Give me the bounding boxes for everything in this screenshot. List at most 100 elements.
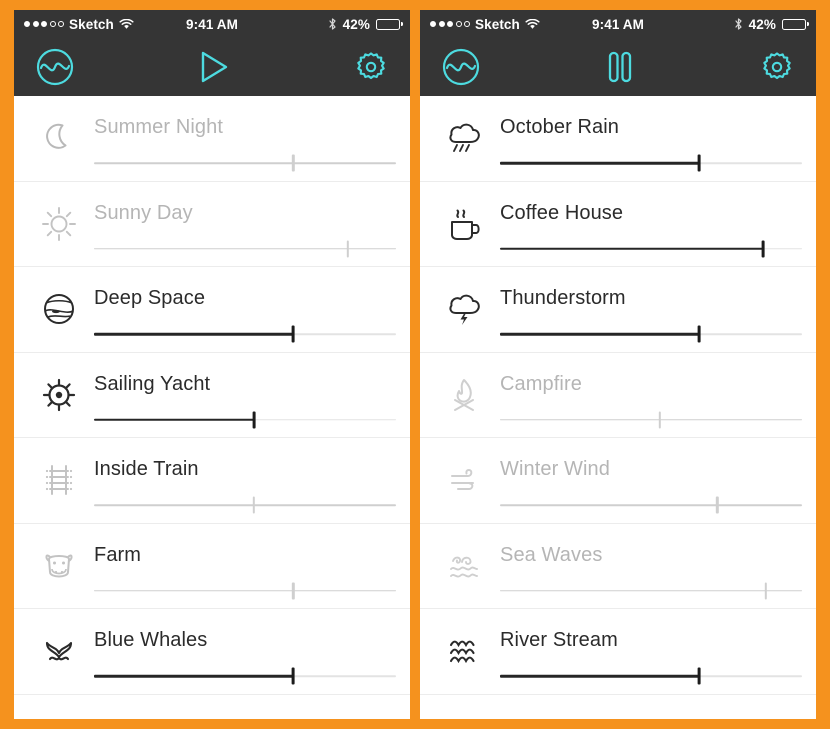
planet-icon xyxy=(26,287,92,331)
clock-label: 9:41 AM xyxy=(592,16,644,32)
sound-row-inside-train[interactable]: Inside Train xyxy=(14,438,410,524)
rain-cloud-icon xyxy=(432,116,498,160)
sound-row-sunny-day[interactable]: Sunny Day xyxy=(14,182,410,267)
sound-row-river-stream[interactable]: River Stream xyxy=(420,609,816,695)
status-left-group: Sketch xyxy=(430,17,592,32)
whale-tail-icon xyxy=(26,629,92,673)
phone-right: Sketch 9:41 AM 42% October Rain Coffee H… xyxy=(420,10,816,719)
sound-name: Winter Wind xyxy=(500,458,611,481)
campfire-icon xyxy=(432,373,498,417)
wave-circle-icon[interactable] xyxy=(442,48,480,86)
sound-name: October Rain xyxy=(500,116,620,139)
status-left-group: Sketch xyxy=(24,17,186,32)
ship-wheel-icon xyxy=(26,373,92,417)
sound-body: Farm xyxy=(92,524,396,609)
coffee-cup-icon xyxy=(432,202,498,246)
wifi-icon xyxy=(525,18,540,30)
sound-row-deep-space[interactable]: Deep Space xyxy=(14,267,410,353)
volume-slider[interactable] xyxy=(94,496,396,514)
cow-icon xyxy=(26,544,92,588)
battery-icon xyxy=(782,18,806,30)
sound-name: Campfire xyxy=(500,372,582,395)
volume-slider[interactable] xyxy=(500,667,802,685)
status-bar-right: Sketch 9:41 AM 42% xyxy=(420,10,816,38)
battery-percent-label: 42% xyxy=(748,16,776,32)
carrier-label: Sketch xyxy=(69,16,114,32)
sound-name: Sunny Day xyxy=(94,201,193,224)
volume-slider[interactable] xyxy=(500,240,802,258)
wifi-icon xyxy=(119,18,134,30)
moon-icon xyxy=(26,116,92,160)
bluetooth-icon xyxy=(734,17,743,31)
sound-name: Summer Night xyxy=(94,116,224,139)
sound-name: River Stream xyxy=(500,629,618,652)
volume-slider[interactable] xyxy=(94,325,396,343)
volume-slider[interactable] xyxy=(500,411,802,429)
sound-body: Coffee House xyxy=(498,182,802,267)
sound-body: River Stream xyxy=(498,609,802,694)
sound-row-thunderstorm[interactable]: Thunderstorm xyxy=(420,267,816,353)
wave-circle-icon[interactable] xyxy=(36,48,74,86)
battery-percent-label: 42% xyxy=(342,16,370,32)
gear-icon[interactable] xyxy=(354,50,388,84)
clock-label: 9:41 AM xyxy=(186,16,238,32)
wind-icon xyxy=(432,458,498,502)
bluetooth-icon xyxy=(328,17,337,31)
sound-row-winter-wind[interactable]: Winter Wind xyxy=(420,438,816,524)
volume-slider[interactable] xyxy=(500,325,802,343)
train-track-icon xyxy=(26,458,92,502)
sound-body: Sailing Yacht xyxy=(92,353,396,438)
volume-slider[interactable] xyxy=(500,496,802,514)
volume-slider[interactable] xyxy=(94,582,396,600)
sound-body: Campfire xyxy=(498,353,802,438)
sound-body: Inside Train xyxy=(92,438,396,523)
play-icon[interactable] xyxy=(197,48,231,86)
sound-body: Sunny Day xyxy=(92,182,396,267)
sound-body: Summer Night xyxy=(92,96,396,181)
sea-waves-icon xyxy=(432,544,498,588)
volume-slider[interactable] xyxy=(94,240,396,258)
volume-slider[interactable] xyxy=(94,154,396,172)
sound-body: Blue Whales xyxy=(92,609,396,694)
phone-left: Sketch 9:41 AM 42% Summer Night Sunny Da… xyxy=(14,10,410,719)
toolbar-left xyxy=(14,38,410,96)
sound-list-right: October Rain Coffee House Thunderstorm C… xyxy=(420,96,816,719)
volume-slider[interactable] xyxy=(500,582,802,600)
sound-body: Deep Space xyxy=(92,267,396,352)
sound-row-campfire[interactable]: Campfire xyxy=(420,353,816,438)
sound-row-summer-night[interactable]: Summer Night xyxy=(14,96,410,182)
sound-name: Thunderstorm xyxy=(500,287,626,310)
sound-row-sea-waves[interactable]: Sea Waves xyxy=(420,524,816,609)
sound-body: Winter Wind xyxy=(498,438,802,523)
status-bar-left: Sketch 9:41 AM 42% xyxy=(14,10,410,38)
sound-name: Deep Space xyxy=(94,287,206,310)
sound-body: October Rain xyxy=(498,96,802,181)
sound-name: Sailing Yacht xyxy=(94,372,211,395)
sound-row-october-rain[interactable]: October Rain xyxy=(420,96,816,182)
sound-row-farm[interactable]: Farm xyxy=(14,524,410,609)
signal-strength-icon xyxy=(430,21,470,27)
sound-row-sailing-yacht[interactable]: Sailing Yacht xyxy=(14,353,410,438)
sound-name: Farm xyxy=(94,543,142,566)
toolbar-right xyxy=(420,38,816,96)
volume-slider[interactable] xyxy=(94,411,396,429)
volume-slider[interactable] xyxy=(500,154,802,172)
carrier-label: Sketch xyxy=(475,16,520,32)
storm-cloud-icon xyxy=(432,287,498,331)
status-right-group: 42% xyxy=(644,17,806,32)
sound-list-left: Summer Night Sunny Day Deep Space Sailin… xyxy=(14,96,410,719)
battery-icon xyxy=(376,18,400,30)
gear-icon[interactable] xyxy=(760,50,794,84)
sound-body: Sea Waves xyxy=(498,524,802,609)
sound-row-blue-whales[interactable]: Blue Whales xyxy=(14,609,410,695)
sound-row-coffee-house[interactable]: Coffee House xyxy=(420,182,816,267)
sun-icon xyxy=(26,202,92,246)
sound-body: Thunderstorm xyxy=(498,267,802,352)
sound-name: Coffee House xyxy=(500,201,624,224)
screenshot-stage: Sketch 9:41 AM 42% Summer Night Sunny Da… xyxy=(0,0,830,729)
volume-slider[interactable] xyxy=(94,667,396,685)
river-waves-icon xyxy=(432,629,498,673)
pause-icon[interactable] xyxy=(605,48,635,86)
status-right-group: 42% xyxy=(238,17,400,32)
signal-strength-icon xyxy=(24,21,64,27)
